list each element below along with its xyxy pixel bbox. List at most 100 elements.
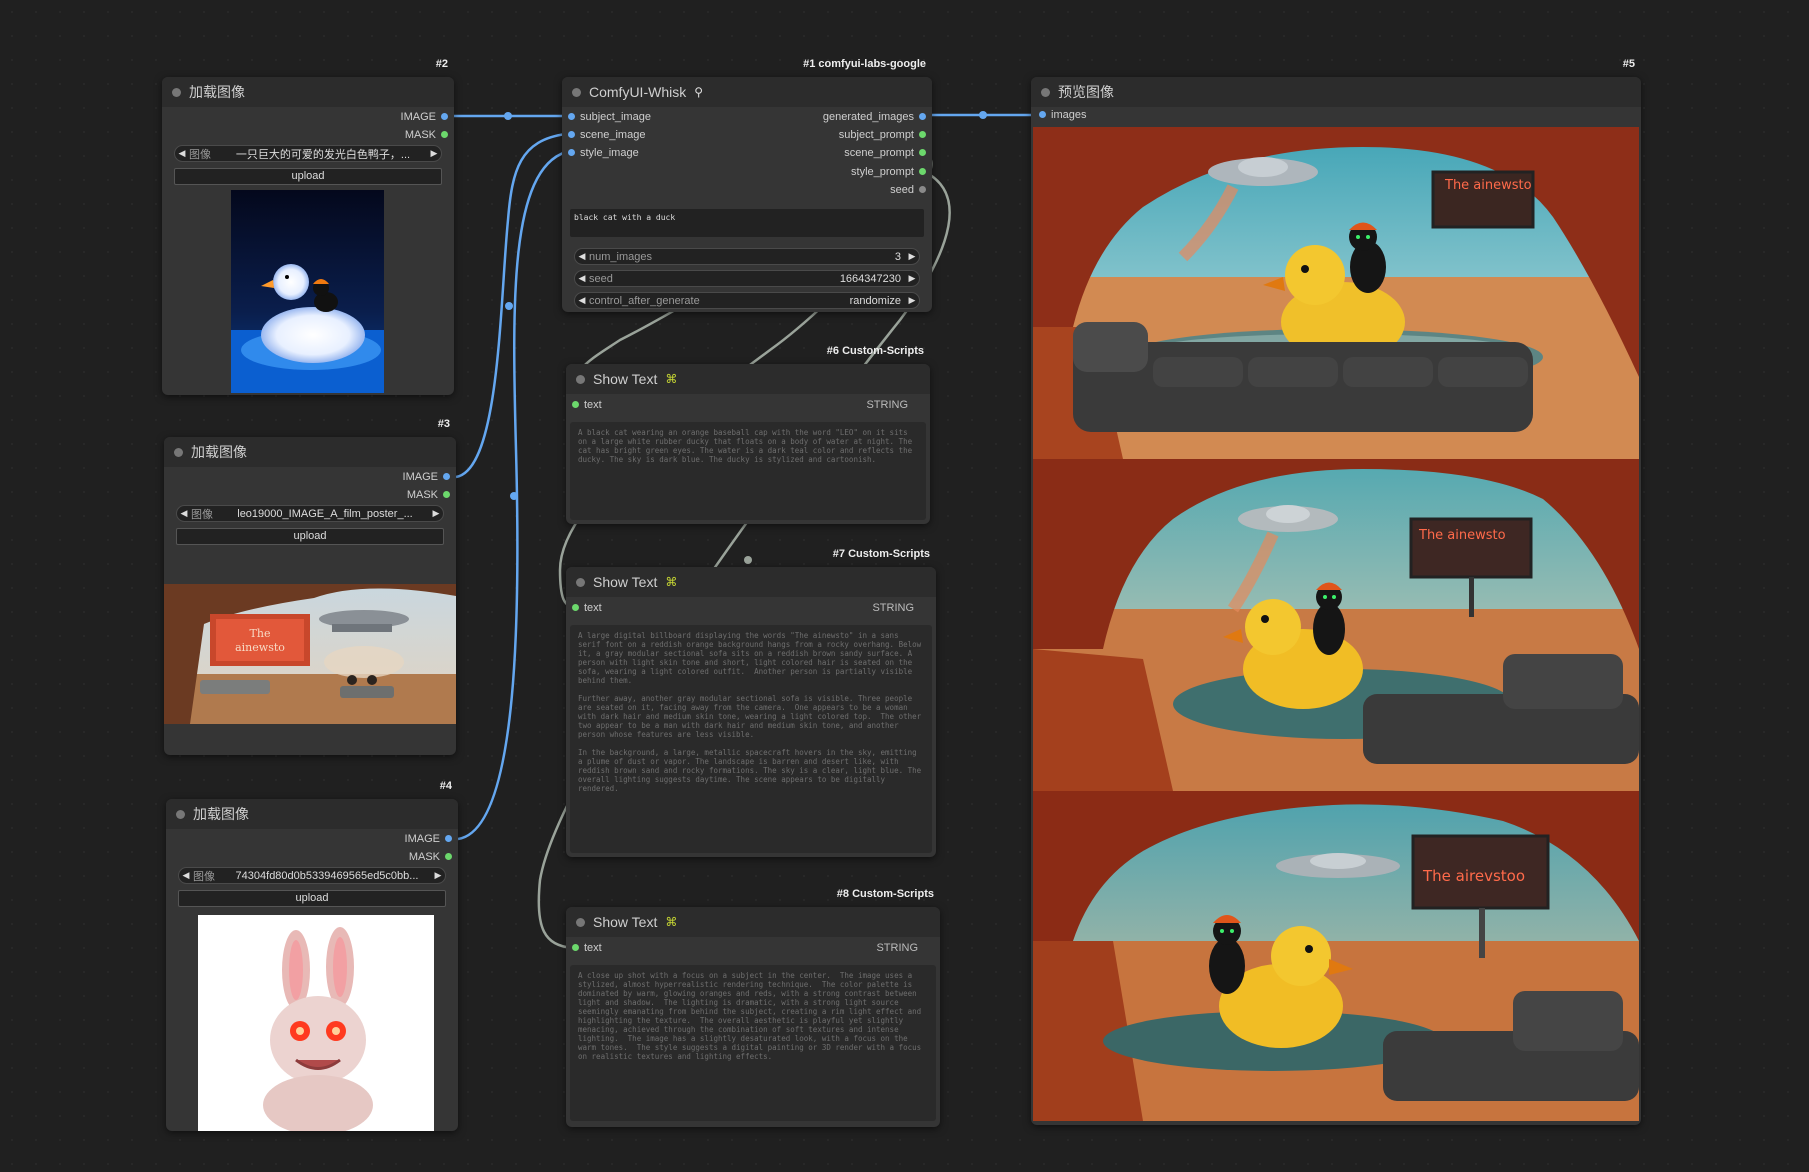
seed-widget[interactable]: ◀ seed 1664347230 ▶ <box>574 270 920 287</box>
control-after-generate-widget[interactable]: ◀ control_after_generate randomize ▶ <box>574 292 920 309</box>
upload-button[interactable]: upload <box>178 890 446 907</box>
show-text-textarea[interactable]: A close up shot with a focus on a subjec… <box>570 965 936 1121</box>
image-combo[interactable]: ◀ 图像 一只巨大的可爱的发光白色鸭子，... ▶ <box>174 145 442 162</box>
wire-midpoint <box>504 112 512 120</box>
input-slot-style-image[interactable]: style_image <box>568 146 639 160</box>
output-slot-mask[interactable]: MASK <box>358 488 450 502</box>
collapse-toggle-icon[interactable] <box>176 809 185 819</box>
collapse-toggle-icon[interactable] <box>576 577 585 587</box>
arrow-right-icon[interactable]: ▶ <box>429 508 443 519</box>
show-text-textarea[interactable]: A black cat wearing an orange baseball c… <box>570 422 926 520</box>
upload-button[interactable]: upload <box>174 168 442 185</box>
arrow-left-icon[interactable]: ◀ <box>175 148 189 159</box>
collapse-toggle-icon[interactable] <box>174 447 183 457</box>
slot-dot-icon[interactable] <box>572 604 579 611</box>
arrow-left-icon[interactable]: ◀ <box>575 251 589 262</box>
arrow-right-icon[interactable]: ▶ <box>905 251 919 262</box>
arrow-left-icon[interactable]: ◀ <box>575 273 589 284</box>
node-canvas[interactable]: #2 加载图像 IMAGE MASK ◀ 图像 一只巨大的可爱的发光白色鸭子，.… <box>0 0 1809 1172</box>
node-title: Show Text <box>593 574 658 590</box>
output-slot-seed[interactable]: seed <box>774 183 926 197</box>
slot-dot-icon[interactable] <box>568 113 575 120</box>
output-slot-mask[interactable]: MASK <box>356 128 448 142</box>
input-slot-scene-image[interactable]: scene_image <box>568 128 645 142</box>
arrow-right-icon[interactable]: ▶ <box>905 295 919 306</box>
slot-dot-icon[interactable] <box>568 131 575 138</box>
slot-dot-icon[interactable] <box>572 401 579 408</box>
generated-image-2[interactable]: The ainewsto <box>1033 459 1639 791</box>
preview-image-node[interactable]: #5 预览图像 images The ainewsto The ainewsto… <box>1031 58 1641 1125</box>
prompt-textarea[interactable]: black cat with a duck <box>570 209 924 237</box>
collapse-toggle-icon[interactable] <box>576 917 585 927</box>
node-header[interactable]: ComfyUI-Whisk ⚲ <box>562 77 932 107</box>
output-slot-subject-prompt[interactable]: subject_prompt <box>774 128 926 142</box>
output-slot-scene-prompt[interactable]: scene_prompt <box>774 146 926 160</box>
output-type-label: STRING <box>866 399 908 411</box>
show-text-node-8[interactable]: #8 Custom-Scripts Show Text ⌘ text STRIN… <box>566 888 940 1127</box>
node-title: 加载图像 <box>193 806 249 822</box>
slot-dot-icon[interactable] <box>919 168 926 175</box>
load-image-node-2[interactable]: #2 加载图像 IMAGE MASK ◀ 图像 一只巨大的可爱的发光白色鸭子，.… <box>162 58 454 395</box>
image-combo[interactable]: ◀ 图像 74304fd80d0b5339469565ed5c0bb... ▶ <box>178 867 446 884</box>
node-header[interactable]: 加载图像 <box>164 437 456 467</box>
arrow-left-icon[interactable]: ◀ <box>575 295 589 306</box>
slot-dot-icon[interactable] <box>568 149 575 156</box>
show-text-node-6[interactable]: #6 Custom-Scripts Show Text ⌘ text STRIN… <box>566 345 930 524</box>
load-image-node-3[interactable]: #3 加载图像 IMAGE MASK ◀ 图像 leo19000_IMAGE_A… <box>164 418 456 755</box>
node-header[interactable]: Show Text ⌘ <box>566 907 940 937</box>
slot-dot-icon[interactable] <box>441 131 448 138</box>
node-header[interactable]: 加载图像 <box>166 799 458 829</box>
python-icon: ⌘ <box>665 372 678 386</box>
arrow-right-icon[interactable]: ▶ <box>427 148 441 159</box>
slot-dot-icon[interactable] <box>572 944 579 951</box>
collapse-toggle-icon[interactable] <box>172 87 181 97</box>
num-images-widget[interactable]: ◀ num_images 3 ▶ <box>574 248 920 265</box>
slot-dot-icon[interactable] <box>919 186 926 193</box>
output-slot-image[interactable]: IMAGE <box>356 110 448 124</box>
show-text-textarea[interactable]: A large digital billboard displaying the… <box>570 625 932 853</box>
slot-dot-icon[interactable] <box>919 113 926 120</box>
load-image-node-4[interactable]: #4 加载图像 IMAGE MASK ◀ 图像 74304fd80d0b5339… <box>166 780 458 1131</box>
output-slot-generated-images[interactable]: generated_images <box>774 110 926 124</box>
show-text-node-7[interactable]: #7 Custom-Scripts Show Text ⌘ text STRIN… <box>566 548 936 857</box>
output-slot-mask[interactable]: MASK <box>360 850 452 864</box>
arrow-right-icon[interactable]: ▶ <box>905 273 919 284</box>
whisk-node[interactable]: #1 comfyui-labs-google ComfyUI-Whisk ⚲ s… <box>562 58 932 312</box>
slot-dot-icon[interactable] <box>445 835 452 842</box>
output-type-label: STRING <box>872 602 914 614</box>
slot-dot-icon[interactable] <box>443 473 450 480</box>
input-slot-subject-image[interactable]: subject_image <box>568 110 651 124</box>
node-header[interactable]: 加载图像 <box>162 77 454 107</box>
generated-image-1[interactable]: The ainewsto <box>1033 127 1639 459</box>
whisk-icon: ⚲ <box>694 85 704 99</box>
output-slot-image[interactable]: IMAGE <box>358 470 450 484</box>
output-slot-image[interactable]: IMAGE <box>360 832 452 846</box>
output-slot-style-prompt[interactable]: style_prompt <box>774 165 926 179</box>
generated-image-3[interactable]: The airevstoo <box>1033 791 1639 1121</box>
arrow-right-icon[interactable]: ▶ <box>431 870 445 881</box>
slot-dot-icon[interactable] <box>919 131 926 138</box>
input-slot-images[interactable]: images <box>1039 108 1086 122</box>
collapse-toggle-icon[interactable] <box>1041 87 1050 97</box>
input-slot-text[interactable]: text <box>572 601 602 615</box>
node-id-badge: #4 <box>439 780 452 792</box>
collapse-toggle-icon[interactable] <box>576 374 585 384</box>
node-header[interactable]: 预览图像 <box>1031 77 1641 107</box>
slot-dot-icon[interactable] <box>445 853 452 860</box>
node-id-badge: #1 comfyui-labs-google <box>803 58 926 70</box>
loaded-image-preview <box>198 915 434 1131</box>
upload-button[interactable]: upload <box>176 528 444 545</box>
slot-dot-icon[interactable] <box>441 113 448 120</box>
arrow-left-icon[interactable]: ◀ <box>177 508 191 519</box>
input-slot-text[interactable]: text <box>572 398 602 412</box>
image-combo[interactable]: ◀ 图像 leo19000_IMAGE_A_film_poster_... ▶ <box>176 505 444 522</box>
arrow-left-icon[interactable]: ◀ <box>179 870 193 881</box>
slot-dot-icon[interactable] <box>1039 111 1046 118</box>
slot-dot-icon[interactable] <box>919 149 926 156</box>
node-header[interactable]: Show Text ⌘ <box>566 567 936 597</box>
input-slot-text[interactable]: text <box>572 941 602 955</box>
collapse-toggle-icon[interactable] <box>572 87 581 97</box>
slot-dot-icon[interactable] <box>443 491 450 498</box>
node-title: 加载图像 <box>191 444 247 460</box>
node-header[interactable]: Show Text ⌘ <box>566 364 930 394</box>
